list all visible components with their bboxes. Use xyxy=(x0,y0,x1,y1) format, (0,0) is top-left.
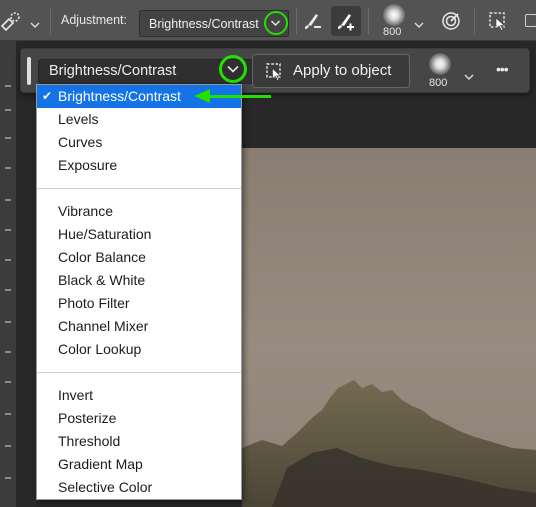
brush-size-chevron-icon[interactable] xyxy=(414,16,424,34)
menu-item-label: Brightness/Contrast xyxy=(58,88,181,104)
menu-item-selective-color[interactable]: Selective Color xyxy=(37,476,241,499)
menu-divider xyxy=(37,372,241,373)
toolbar-divider xyxy=(474,8,475,34)
photo-image[interactable] xyxy=(242,148,536,507)
add-to-selection-button[interactable] xyxy=(331,6,361,36)
panel-tick xyxy=(5,199,11,201)
apply-to-object-label: Apply to object xyxy=(293,62,392,79)
toolbar-divider xyxy=(296,8,297,34)
soft-brush-icon xyxy=(429,53,451,75)
checkbox-icon[interactable] xyxy=(525,14,536,27)
menu-item-vibrance[interactable]: Vibrance xyxy=(37,200,241,223)
adjustment-menu: ✔ Brightness/Contrast Levels Curves Expo… xyxy=(36,84,242,500)
panel-tick xyxy=(5,229,11,231)
panel-tick xyxy=(5,167,11,169)
menu-item-label: Levels xyxy=(58,111,99,127)
panel-tick xyxy=(5,477,11,479)
options-bar: Adjustment: Brightness/Contrast 800 xyxy=(0,0,536,41)
brush-add-icon xyxy=(338,14,354,31)
menu-item-label: Hue/Saturation xyxy=(58,226,152,242)
more-options-button[interactable]: ••• xyxy=(496,61,509,77)
menu-divider xyxy=(37,188,241,189)
sample-all-layers-button[interactable] xyxy=(436,6,466,36)
toolbar-divider xyxy=(368,8,369,34)
chevron-down-icon xyxy=(227,65,239,73)
menu-item-label: Threshold xyxy=(58,433,121,449)
menu-item-label: Curves xyxy=(58,134,103,150)
menu-item-channel-mixer[interactable]: Channel Mixer xyxy=(37,315,241,338)
menu-item-black-white[interactable]: Black & White xyxy=(37,269,241,292)
brush-size-value: 800 xyxy=(429,77,448,89)
menu-item-color-lookup[interactable]: Color Lookup xyxy=(37,338,241,361)
menu-item-label: Channel Mixer xyxy=(58,318,149,334)
menu-item-curves[interactable]: Curves xyxy=(37,131,241,154)
menu-item-levels[interactable]: Levels xyxy=(37,108,241,131)
menu-item-hue-saturation[interactable]: Hue/Saturation xyxy=(37,223,241,246)
menu-item-label: Selective Color xyxy=(58,479,153,495)
brush-size-value: 800 xyxy=(383,26,402,38)
menu-item-label: Exposure xyxy=(58,157,118,173)
target-icon xyxy=(442,12,460,30)
brush-size-chevron-icon[interactable] xyxy=(464,68,474,86)
annotation-arrow-shaft xyxy=(207,95,271,98)
tool-preset-chevron-icon[interactable] xyxy=(30,16,40,34)
adjustment-label: Adjustment: xyxy=(61,13,128,27)
menu-item-label: Vibrance xyxy=(58,203,114,219)
select-subject-icon xyxy=(266,63,282,82)
panel-tick xyxy=(5,381,11,383)
adjustment-select-highlight[interactable] xyxy=(264,11,288,35)
menu-item-color-balance[interactable]: Color Balance xyxy=(37,246,241,269)
menu-item-exposure[interactable]: Exposure xyxy=(37,154,241,177)
menu-item-invert[interactable]: Invert xyxy=(37,384,241,407)
panel-tick xyxy=(5,109,11,111)
menu-item-label: Color Lookup xyxy=(58,341,142,357)
brush-subtract-icon xyxy=(305,14,321,29)
menu-item-photo-filter[interactable]: Photo Filter xyxy=(37,292,241,315)
panel-tick xyxy=(5,259,11,261)
menu-item-posterize[interactable]: Posterize xyxy=(37,407,241,430)
chevron-down-icon xyxy=(270,20,281,27)
drag-handle[interactable] xyxy=(27,57,31,85)
tools-panel-edge xyxy=(0,41,16,507)
adjustment-dropdown-toggle[interactable] xyxy=(219,55,247,83)
menu-item-label: Color Balance xyxy=(58,249,146,265)
panel-tick xyxy=(5,413,11,415)
menu-item-label: Photo Filter xyxy=(58,295,130,311)
adjustment-select-value: Brightness/Contrast xyxy=(149,17,259,31)
panel-tick xyxy=(5,445,11,447)
menu-item-label: Black & White xyxy=(58,272,146,288)
menu-item-label: Gradient Map xyxy=(58,456,143,472)
select-subject-button[interactable] xyxy=(483,6,513,36)
toolbar-divider xyxy=(50,8,51,34)
panel-tick xyxy=(5,321,11,323)
panel-tick xyxy=(5,289,11,291)
apply-to-object-button[interactable]: Apply to object xyxy=(252,54,410,88)
annotation-arrow-head-icon xyxy=(194,89,210,103)
checkmark-icon: ✔ xyxy=(42,89,53,103)
adjustment-dropdown-value: Brightness/Contrast xyxy=(49,63,177,79)
forest-hill-image xyxy=(242,148,536,507)
brush-size-button[interactable]: 800 xyxy=(425,51,455,91)
menu-item-label: Posterize xyxy=(58,410,117,426)
panel-tick xyxy=(5,351,11,353)
menu-item-threshold[interactable]: Threshold xyxy=(37,430,241,453)
subtract-from-selection-button[interactable] xyxy=(298,6,328,36)
menu-item-gradient-map[interactable]: Gradient Map xyxy=(37,453,241,476)
panel-tick xyxy=(5,85,11,87)
soft-brush-icon xyxy=(383,4,405,26)
select-subject-icon xyxy=(489,12,506,31)
menu-item-label: Invert xyxy=(58,387,94,403)
brush-size-button[interactable]: 800 xyxy=(380,2,408,40)
panel-tick xyxy=(5,137,11,139)
object-selection-tool-icon[interactable] xyxy=(0,10,22,37)
